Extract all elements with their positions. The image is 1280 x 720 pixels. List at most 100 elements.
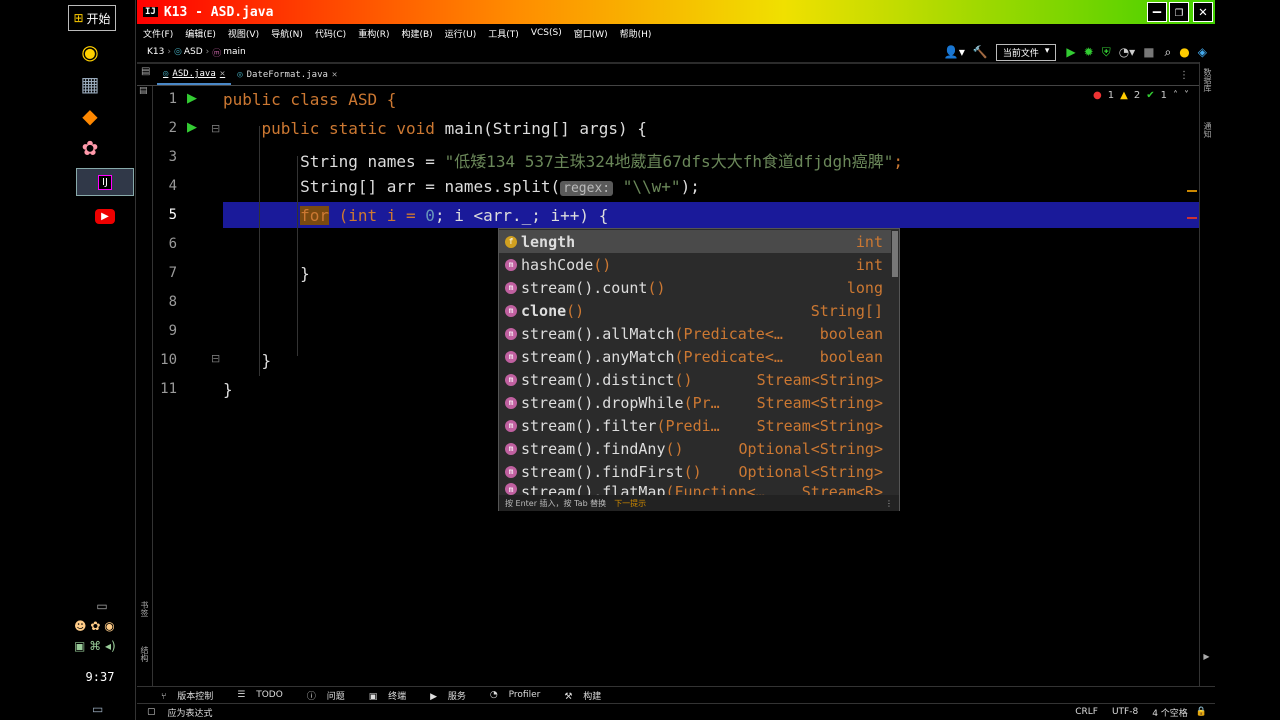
desktop-icon[interactable]: ▭ [92,702,103,716]
completion-item[interactable]: m stream().count() long [499,276,891,299]
start-button[interactable]: ⊞ 开始 [68,5,116,31]
project-icon[interactable]: ▤ [139,86,148,96]
hammer-icon[interactable]: 🔨 [973,45,988,59]
indent-setting[interactable]: 4 个空格 [1152,706,1188,719]
app-icon-orange[interactable]: ◆ [76,104,104,128]
stop-icon[interactable]: ■ [1143,45,1154,59]
tool-vcs[interactable]: ⑂ 版本控制 [153,689,229,702]
youtube-icon[interactable]: ▶ [76,204,134,228]
chevron-up-icon[interactable]: ˄ [1173,90,1178,101]
menu-code[interactable]: 代码(C) [309,27,352,40]
calculator-icon[interactable]: ▦ [76,72,104,96]
code-text: } [223,351,272,370]
close-icon[interactable]: ✕ [220,69,225,79]
project-tool-icon[interactable]: ▤ [141,66,153,86]
warning-icon: ▲ [1120,90,1128,101]
bell-icon[interactable]: 通知 [1202,122,1213,138]
line-separator[interactable]: CRLF [1075,707,1098,717]
fold-icon[interactable]: ⊟ [211,122,220,135]
scroll-marker-icon[interactable]: ▶ [1202,652,1211,661]
warning-marker[interactable] [1187,190,1197,192]
completion-item[interactable]: m stream().filter(Predi… Stream<String> [499,414,891,437]
maximize-button[interactable]: ❐ [1169,2,1189,22]
next-tip-link[interactable]: 下一提示 [614,498,646,509]
popup-scrollbar[interactable] [892,231,898,277]
tab-asd-java[interactable]: ◎ ASD.java ✕ [157,65,232,85]
inspection-widget[interactable]: ● 1 ▲ 2 ✔ 1 ˄ ˅ [1093,90,1189,101]
completion-type: Optional<String> [738,439,884,458]
completion-item[interactable]: m hashCode() int [499,253,891,276]
tool-terminal[interactable]: ▣ 终端 [361,689,422,702]
breadcrumb-project[interactable]: K13 [147,47,164,57]
chevron-down-icon[interactable]: ˅ [1184,90,1189,101]
completion-item[interactable]: m stream().allMatch(Predicate<… boolean [499,322,891,345]
layout-icon[interactable]: ▢ [147,707,156,717]
menu-run[interactable]: 运行(U) [439,27,483,40]
tool-build[interactable]: ⚒ 构建 [556,689,617,702]
bookmarks-icon[interactable]: 书签 [139,601,150,617]
more-tabs-icon[interactable]: ⋮ [1179,70,1189,81]
debug-icon[interactable]: ✹ [1084,45,1094,59]
search-icon[interactable]: ⌕ [1165,45,1172,60]
app-icon-1[interactable]: ◉ [76,40,104,64]
close-icon[interactable]: ✕ [332,70,337,80]
completion-item[interactable]: m stream().findAny() Optional<String> [499,437,891,460]
error-marker[interactable] [1187,217,1197,219]
breadcrumb-method[interactable]: main [223,47,246,57]
tab-dateformat-java[interactable]: ◎ DateFormat.java ✕ [231,65,343,85]
run-config-select[interactable]: 当前文件 ▾ [995,43,1057,61]
completion-item[interactable]: m stream().distinct() Stream<String> [499,368,891,391]
right-tool-strip: 数据库 通知 ▶ [1199,62,1215,686]
tool-services[interactable]: ▶ 服务 [422,689,482,702]
more-options-icon[interactable]: ⋮ [885,499,893,508]
completion-item[interactable]: m stream().dropWhile(Pr… Stream<String> [499,391,891,414]
jetbrains-icon[interactable]: ◈ [1198,45,1207,59]
close-button[interactable]: ✕ [1193,2,1213,22]
tool-label: 构建 [583,691,602,702]
menu-vcs[interactable]: VCS(S) [525,28,568,38]
completion-item[interactable]: m clone() String[] [499,299,891,322]
breadcrumb-class[interactable]: ASD [184,47,203,57]
menu-edit[interactable]: 编辑(E) [179,27,222,40]
menu-file[interactable]: 文件(F) [137,27,179,40]
run-gutter-icon[interactable]: ▶ [187,120,197,135]
run-config-label: 当前文件 [1002,48,1039,59]
file-encoding[interactable]: UTF-8 [1112,707,1138,717]
menu-build[interactable]: 构建(B) [395,27,438,40]
completion-item[interactable]: m stream().anyMatch(Predicate<… boolean [499,345,891,368]
flower-icon[interactable]: ✿ [76,136,104,160]
completion-item[interactable]: m stream().findFirst() Optional<String> [499,460,891,483]
minimize-button[interactable]: — [1147,2,1167,22]
structure-icon[interactable]: 结构 [139,646,150,662]
lock-icon[interactable]: 🔒 [1196,707,1207,717]
code-text: ; i <arr._; i++) { [434,206,609,225]
menu-refactor[interactable]: 重构(R) [352,27,395,40]
profile-icon[interactable]: ◔▾ [1119,45,1136,59]
completion-args: (Predi… [656,416,720,435]
menu-navigate[interactable]: 导航(N) [265,27,309,40]
menu-help[interactable]: 帮助(H) [614,27,658,40]
fold-icon[interactable]: ⊟ [211,352,220,365]
user-icon[interactable]: 👤▾ [944,45,965,59]
menu-window[interactable]: 窗口(W) [568,27,614,40]
completion-args: () [647,278,666,297]
intellij-icon[interactable]: IJ [76,168,134,196]
completion-item[interactable]: m stream().flatMap(Function<… Stream<R> [499,483,891,495]
tray: ▭ ☻ ✿ ◉ ▣ ⌘ ◂) [74,596,130,656]
update-icon[interactable]: ● [1179,45,1189,59]
coverage-icon[interactable]: ⛨ [1102,45,1111,60]
menu-tools[interactable]: 工具(T) [482,27,525,40]
tool-problems[interactable]: ⓘ 问题 [299,689,361,702]
run-gutter-icon[interactable]: ▶ [187,91,197,106]
completion-name: stream().filter [521,416,657,435]
completion-name: stream().dropWhile [521,393,684,412]
menu-view[interactable]: 视图(V) [222,27,265,40]
line-number: 7 [168,265,177,281]
code-text: public static void [223,119,445,138]
tool-todo[interactable]: ☰ TODO [229,690,299,700]
tool-profiler[interactable]: ◔ Profiler [482,690,556,700]
completion-item[interactable]: f length int [499,230,891,253]
completion-name: stream().findFirst [521,462,684,481]
notifications-icon[interactable]: 数据库 [1202,68,1213,92]
run-icon[interactable]: ▶ [1066,45,1075,59]
